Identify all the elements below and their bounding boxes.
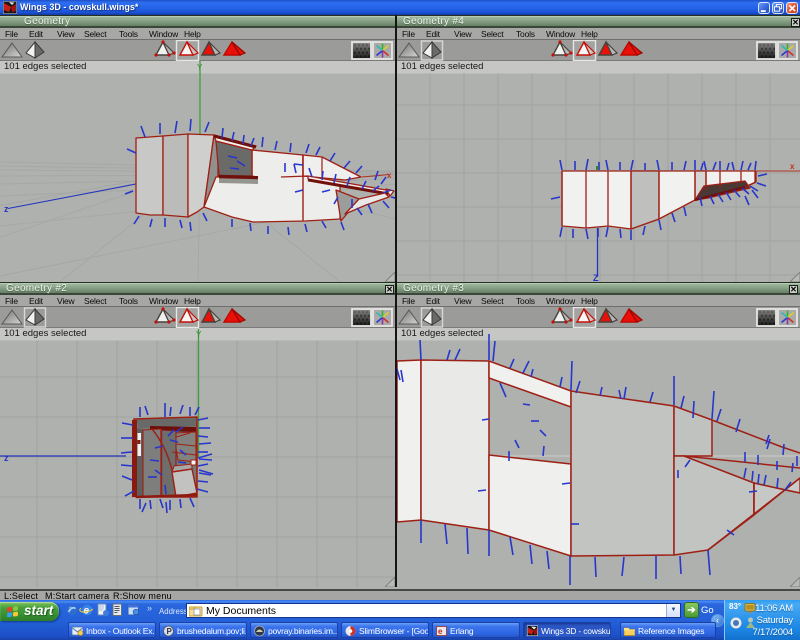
svg-text:Z: Z	[593, 273, 599, 282]
svg-text:z: z	[4, 453, 9, 463]
svg-text:x: x	[790, 162, 795, 171]
svg-text:z: z	[4, 204, 9, 214]
svg-text:x: x	[387, 171, 392, 180]
svg-text:P: P	[167, 627, 173, 636]
